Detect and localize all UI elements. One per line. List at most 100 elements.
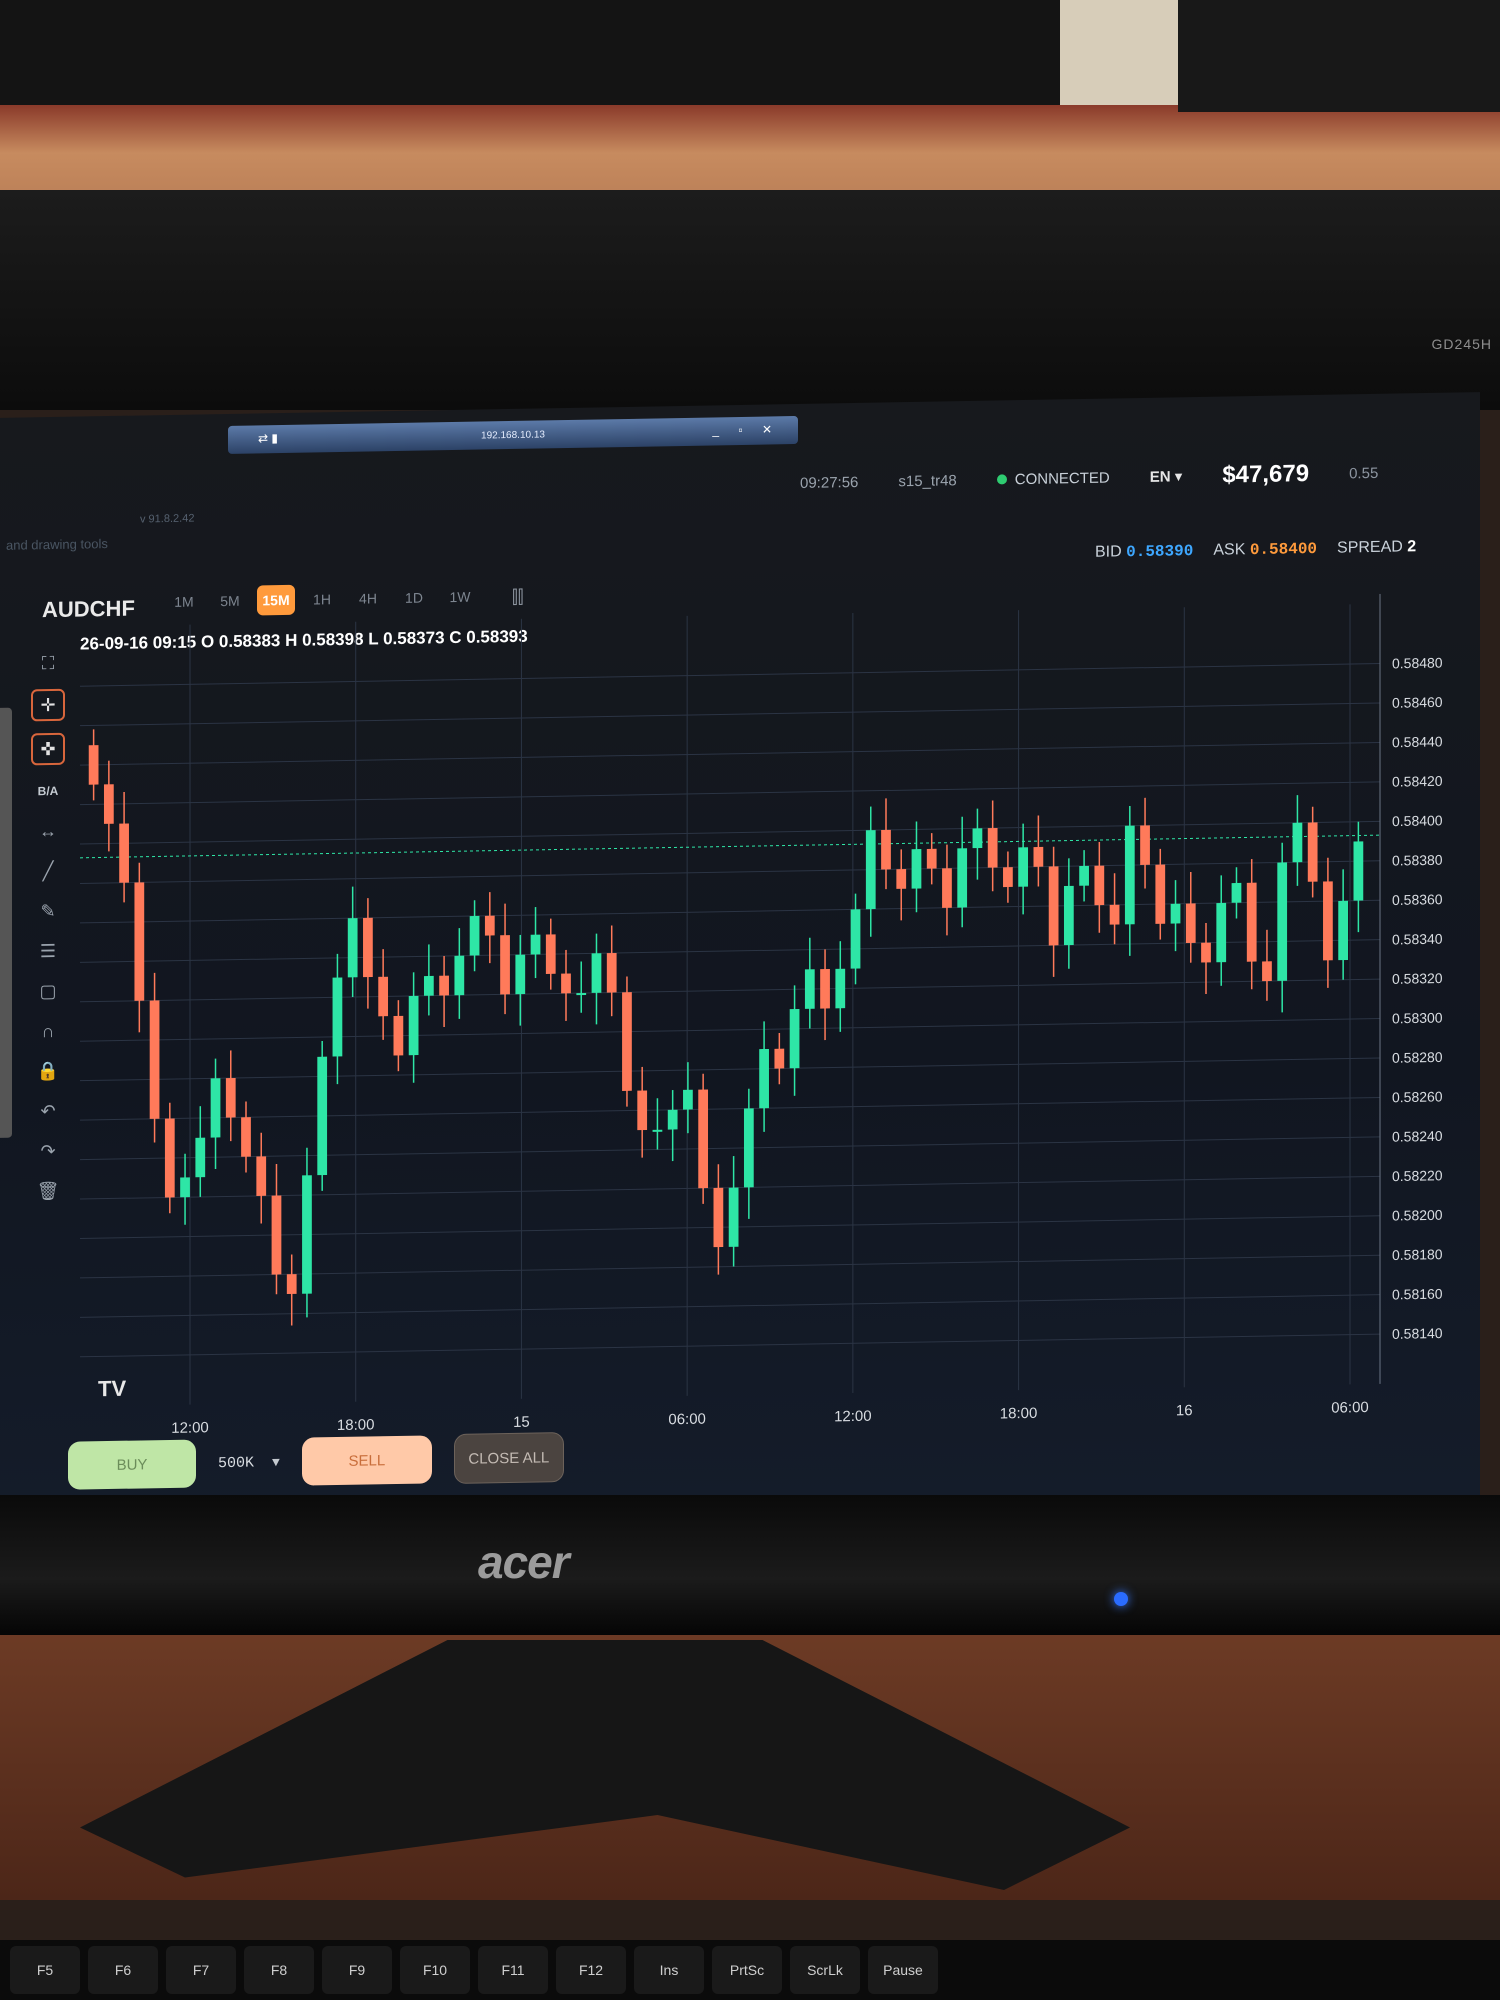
lot-size-select[interactable]: 500K ▼ <box>218 1454 280 1472</box>
price-tick-label: 0.58460 <box>1392 694 1443 711</box>
grid-line <box>80 781 1380 806</box>
tab-timeframe-1h[interactable]: 1H <box>303 584 341 615</box>
tab-timeframe-15m[interactable]: 15M <box>257 584 295 616</box>
key-f9: F9 <box>322 1946 392 1994</box>
tab-timeframe-1d[interactable]: 1D <box>395 582 433 613</box>
candle-up <box>789 1008 800 1069</box>
language-selector[interactable]: EN ▾ <box>1150 467 1183 486</box>
lock-icon[interactable]: 🔒 <box>33 1057 63 1086</box>
candle-down <box>500 935 510 995</box>
key-f5: F5 <box>10 1946 80 1994</box>
key-f7: F7 <box>166 1946 236 1994</box>
candle-up <box>743 1108 754 1188</box>
price-chart[interactable]: 0.58480 0.58460 0.58440 0.58420 0.58400 0.583… <box>70 593 1450 1447</box>
candle-down <box>1003 867 1013 888</box>
chart-grid <box>80 593 1381 1405</box>
candle-up <box>332 977 343 1057</box>
buy-button[interactable]: BUY <box>68 1439 196 1490</box>
trash-icon[interactable]: 🗑 <box>33 1177 63 1206</box>
candle-down <box>484 915 495 936</box>
measure-icon[interactable]: ↔ <box>33 817 63 846</box>
candle-up <box>850 909 861 969</box>
grid-line <box>80 860 1380 884</box>
time-tick-label: 16 <box>1176 1402 1193 1419</box>
candle-type-icon[interactable]: ⫿⫿ <box>512 587 524 608</box>
price-tick-label: 0.58360 <box>1392 891 1443 908</box>
candle-down <box>241 1117 251 1157</box>
grid-line <box>80 1057 1380 1082</box>
key-f12: F12 <box>556 1946 626 1994</box>
lot-size-value: 500K <box>218 1453 255 1472</box>
price-tick-label: 0.58300 <box>1392 1009 1443 1026</box>
remote-address: 192.168.10.13 <box>481 428 545 442</box>
monitor-bezel-top <box>0 190 1500 410</box>
bid-ask-toggle[interactable]: B/A <box>33 777 63 806</box>
bid-label: BID <box>1095 543 1122 561</box>
price-tick-label: 0.58260 <box>1392 1088 1443 1105</box>
status-dot-icon <box>996 474 1007 485</box>
spread-value: 2 <box>1407 538 1417 556</box>
redo-icon[interactable]: ↷ <box>33 1137 63 1166</box>
candle-up <box>530 934 541 955</box>
key-pause: Pause <box>868 1946 938 1994</box>
signal-icon: ⇄ ▮ <box>258 431 278 446</box>
candle-down <box>164 1118 175 1198</box>
candlestick-series <box>88 729 1364 1326</box>
candle-up <box>759 1048 769 1109</box>
candle-down <box>1109 904 1120 925</box>
grid-line <box>80 939 1380 963</box>
key-prtsc: PrtSc <box>712 1946 782 1994</box>
candle-down <box>88 745 99 785</box>
fullscreen-icon[interactable]: ⛶ <box>33 649 63 678</box>
candle-down <box>1246 882 1257 962</box>
pencil-icon[interactable]: ✎ <box>33 897 63 926</box>
line-icon[interactable]: ╱ <box>33 857 63 886</box>
candle-up <box>1018 847 1029 887</box>
candle-down <box>545 934 556 974</box>
candle-down <box>713 1187 724 1248</box>
chevron-down-icon: ▼ <box>272 1454 280 1470</box>
close-all-button[interactable]: CLOSE ALL <box>453 1432 564 1484</box>
time-tick-label: 06:00 <box>668 1411 706 1429</box>
crosshair-icon[interactable]: ✛ <box>31 688 65 722</box>
candle-down <box>286 1274 297 1295</box>
grid-line <box>80 1136 1380 1161</box>
crosshair-plus-icon[interactable]: ✜ <box>31 732 65 766</box>
tab-timeframe-4h[interactable]: 4H <box>349 583 387 614</box>
sell-button[interactable]: SELL <box>301 1435 432 1486</box>
key-f10: F10 <box>400 1946 470 1994</box>
bid-value: 0.58390 <box>1126 542 1194 562</box>
balance-secondary: 0.55 <box>1349 464 1379 482</box>
candle-up <box>683 1089 693 1110</box>
time-tick-label: 12:00 <box>171 1419 209 1437</box>
candle-down <box>271 1195 282 1275</box>
fib-icon[interactable]: ☰ <box>33 937 63 966</box>
undo-icon[interactable]: ↶ <box>33 1097 63 1126</box>
grid-line <box>80 1333 1380 1358</box>
window-controls[interactable]: _ ▫ ✕ <box>712 422 780 437</box>
candle-up <box>835 968 846 1009</box>
candle-up <box>1124 825 1135 925</box>
tab-timeframe-1w[interactable]: 1W <box>441 582 479 613</box>
candle-down <box>134 882 145 1001</box>
candle-up <box>408 995 419 1056</box>
candle-down <box>1033 846 1044 867</box>
candle-up <box>865 830 876 910</box>
candle-down <box>637 1090 648 1131</box>
tab-timeframe-1m[interactable]: 1M <box>165 586 203 617</box>
time-tick-label: 18:00 <box>337 1416 375 1434</box>
rectangle-icon[interactable]: ▢ <box>33 977 63 1006</box>
tradingview-logo: TV <box>98 1375 127 1402</box>
candle-down <box>622 992 632 1091</box>
magnet-icon[interactable]: ∩ <box>33 1017 63 1046</box>
candle-down <box>942 868 952 908</box>
price-tick-label: 0.58140 <box>1392 1325 1443 1342</box>
current-price-line <box>80 834 1380 859</box>
tab-timeframe-5m[interactable]: 5M <box>211 586 249 617</box>
side-drawer-handle[interactable] <box>0 707 12 1138</box>
price-tick-label: 0.58420 <box>1392 773 1443 790</box>
candle-down <box>896 869 907 889</box>
language-label: EN <box>1149 468 1171 486</box>
price-axis: 0.58480 0.58460 0.58440 0.58420 0.58400 0.583… <box>1392 654 1443 1341</box>
remote-desktop-bar[interactable]: ⇄ ▮ 192.168.10.13 _ ▫ ✕ <box>228 415 798 454</box>
